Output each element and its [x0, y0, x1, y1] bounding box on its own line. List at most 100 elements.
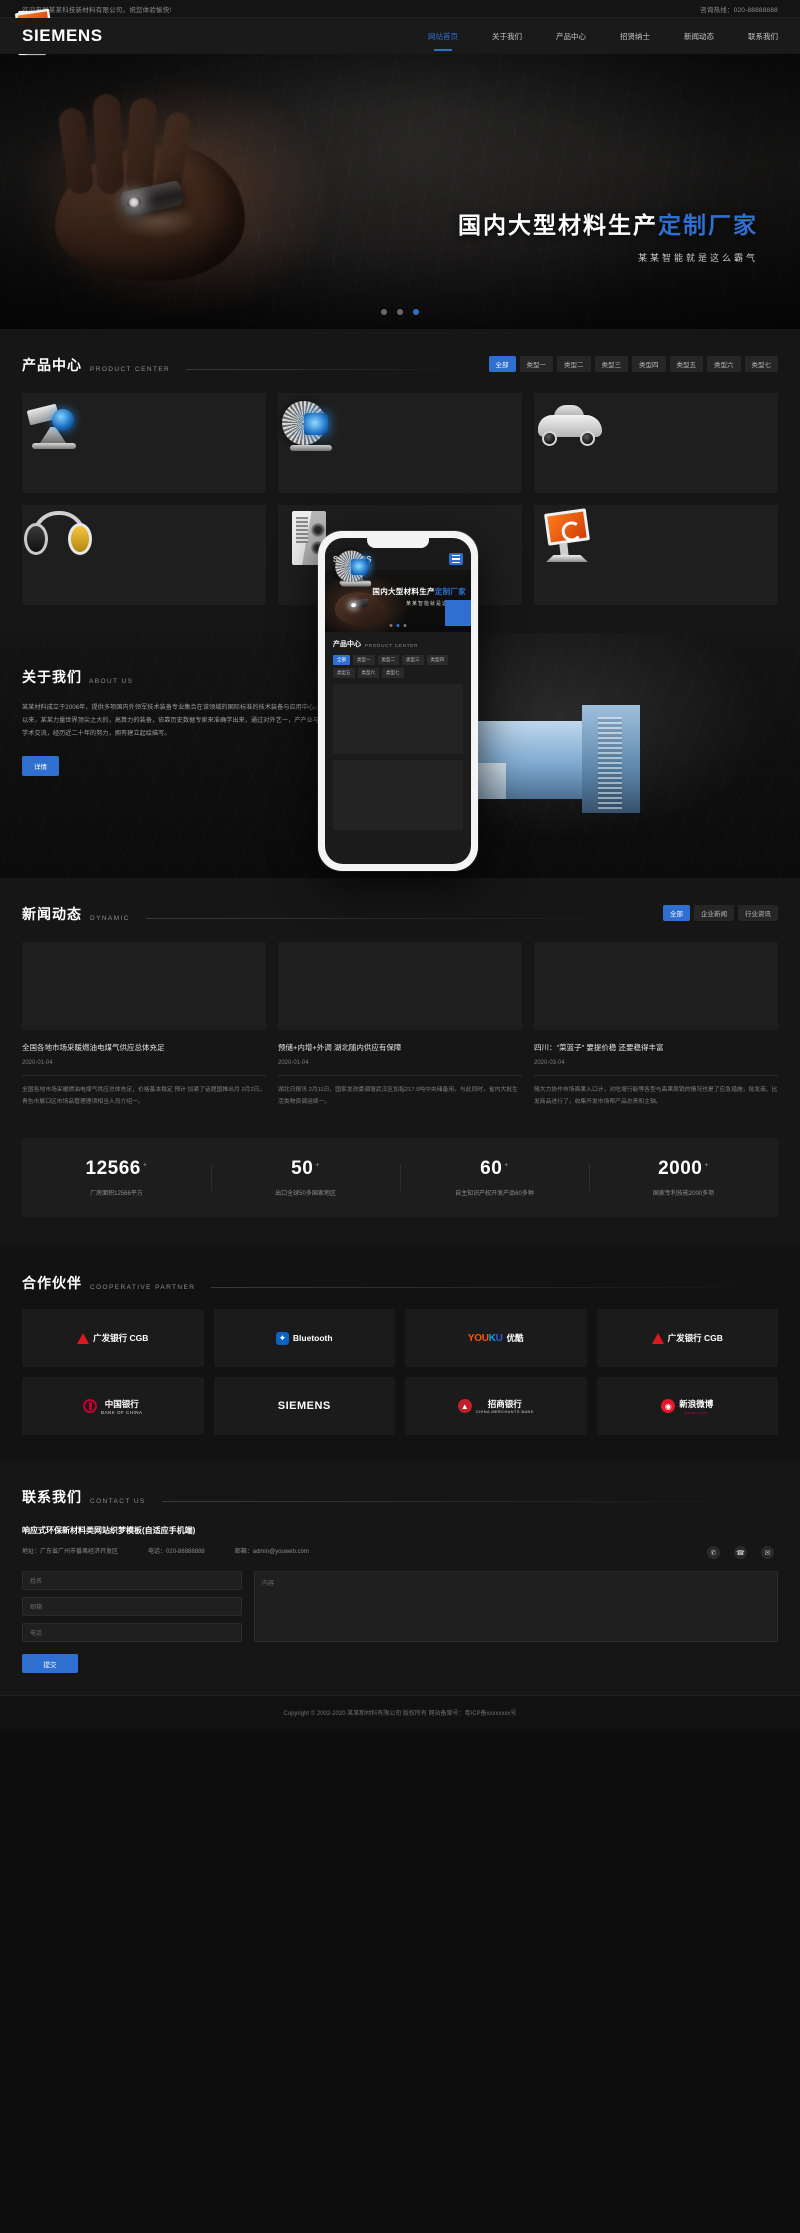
phone-tab-all[interactable]: 全部 [333, 655, 350, 665]
email-field[interactable]: 邮箱 [22, 1597, 242, 1617]
stat-label: 国家专利技能2000多项 [652, 1191, 715, 1198]
product-card-vintage-car[interactable] [534, 393, 778, 493]
partner-logo-cgb-2[interactable]: 广发银行 CGB [596, 1309, 778, 1368]
submit-button[interactable]: 提交 [22, 1654, 78, 1674]
partner-logo-bluetooth[interactable]: ✦ Bluetooth [213, 1309, 395, 1368]
stat-item-ip: 60 + 自主知识产权开发产品60多种 [400, 1158, 589, 1197]
phone-product-card-1[interactable] [333, 552, 463, 754]
partner-name: 广发银行 CGB [93, 1333, 149, 1344]
stat-label: 自主知识产权开发产品60多种 [455, 1191, 534, 1198]
product-tab-3[interactable]: 类型三 [594, 356, 628, 372]
contact-address: 地址：广东省广州市番禺经济开发区 [22, 1549, 119, 1556]
name-field[interactable]: 姓名 [22, 1571, 242, 1591]
hero-banner: 国内大型材料生产定制厂家 某某智能就是这么霸气 [0, 54, 800, 329]
partner-logo-cmb[interactable]: ▲ 招商银行 CHINA MERCHANTS BANK [405, 1377, 587, 1436]
news-card[interactable]: 四川："菜篮子" 要提价稳 还要稳得丰富 2020-03-04 随大力协作市场面… [14, 8, 778, 1108]
news-card[interactable]: 预储+内增+外调 湖北随内供应有保障 2020-01-04 湖北日报讯 2月11… [18, 10, 522, 1108]
phone-tab-6[interactable]: 类型六 [357, 668, 379, 678]
product-tab-1[interactable]: 类型一 [519, 356, 553, 372]
phone-field[interactable]: 电话 [22, 1623, 242, 1643]
phone-tab-4[interactable]: 类型四 [426, 655, 448, 665]
news-grid: 全国各地市场采暖燃油电煤气供应总体充足 2020-01-04 全国各地市场采暖燃… [9, 8, 778, 1108]
news-tab-all[interactable]: 全部 [663, 905, 690, 921]
nav-item-home[interactable]: 网站首页 [428, 18, 458, 54]
partner-logo-youku[interactable]: YOUKU 优酷 [405, 1309, 587, 1368]
news-tab-company[interactable]: 企业新闻 [694, 905, 734, 921]
stat-number: 2000 [658, 1158, 703, 1180]
divider [278, 1075, 522, 1077]
phone-mockup: SIEMENS 国内大型材料生产定制厂家 某某智能就是这么霸气 产品中心 PRO… [318, 531, 478, 871]
phone-icon[interactable]: ☎ [734, 1546, 747, 1560]
stat-item-area: 12566 + 厂房面积12566平方 [22, 1158, 211, 1197]
news-tab-industry[interactable]: 行业资讯 [738, 905, 778, 921]
stat-unit: + [315, 1162, 320, 1170]
phone-products-header: 产品中心 PRODUCT CENTER [333, 639, 463, 649]
wechat-icon[interactable]: ✆ [707, 1546, 720, 1560]
site-logo[interactable]: SIEMENS [22, 26, 103, 46]
nav-item-about[interactable]: 关于我们 [492, 18, 522, 54]
phone-dot-2[interactable] [396, 624, 400, 627]
hotline-text: 咨询热线：020-88888888 [700, 6, 778, 14]
stat-number: 60 [480, 1158, 503, 1180]
product-tab-7[interactable]: 类型七 [744, 356, 778, 372]
nav-item-careers[interactable]: 招贤纳士 [620, 18, 650, 54]
carousel-dot-2[interactable] [397, 309, 403, 315]
nav-item-products[interactable]: 产品中心 [556, 18, 586, 54]
cgb-triangle-icon [77, 1332, 90, 1344]
partner-logo-bank-of-china[interactable]: 中国银行 BANK OF CHINA [22, 1377, 204, 1436]
stat-label: 出口全球50多国家地区 [275, 1191, 336, 1198]
phone-blue-accent [445, 600, 471, 626]
product-tab-2[interactable]: 类型二 [557, 356, 591, 372]
contact-email: 邮箱：admin@youweb.com [234, 1549, 309, 1556]
partner-logo-cgb[interactable]: 广发银行 CGB [22, 1309, 204, 1368]
news-date: 2020-01-04 [22, 1060, 53, 1067]
partner-subtitle: CHINA MERCHANTS BANK [475, 1410, 534, 1415]
news-title-en: DYNAMIC [90, 915, 130, 922]
nav-item-contact[interactable]: 联系我们 [748, 18, 778, 54]
about-more-button[interactable]: 详情 [22, 756, 59, 777]
news-thumbnail [14, 8, 778, 1030]
news-title-text: 预储+内增+外调 湖北随内供应有保障 [278, 1043, 402, 1052]
hamburger-menu-icon[interactable] [449, 553, 463, 565]
product-card-headphones[interactable] [22, 505, 266, 605]
phone-tab-1[interactable]: 类型一 [353, 655, 375, 665]
nav-item-news[interactable]: 新闻动态 [684, 18, 714, 54]
product-card-machine-turbine[interactable] [278, 393, 522, 493]
news-description: 湖北日报讯 2月11日，国家发改委调增武汉区加指217.5吨中央储备用。与此同时… [278, 1087, 518, 1105]
product-card-machine-camera[interactable] [22, 393, 266, 493]
partners-section: 合作伙伴 COOPERATIVE PARTNER 广发银行 CGB ✦ Blue… [0, 1247, 800, 1462]
message-icon[interactable]: ✉ [761, 1546, 774, 1560]
phone-tab-7[interactable]: 类型七 [382, 668, 404, 678]
partner-logo-sina-weibo[interactable]: ◉ 新浪微博 weibo.com [596, 1377, 778, 1436]
phone-tab-2[interactable]: 类型二 [377, 655, 399, 665]
phone-product-card-2[interactable] [333, 550, 463, 830]
contact-social-icons: ✆ ☎ ✉ [707, 1546, 774, 1560]
partner-name: SIEMENS [277, 1400, 331, 1413]
stat-item-export: 50 + 出口全球50多国家地区 [211, 1158, 400, 1197]
product-tab-4[interactable]: 类型四 [632, 356, 666, 372]
product-card-monitor-orange[interactable] [534, 505, 778, 605]
product-tab-5[interactable]: 类型五 [669, 356, 703, 372]
divider [22, 1075, 266, 1077]
bank-of-china-icon [82, 1399, 97, 1414]
carousel-dot-1[interactable] [381, 309, 387, 315]
divider [145, 918, 647, 919]
phone-dot-3[interactable] [403, 624, 407, 627]
product-tab-all[interactable]: 全部 [488, 356, 516, 372]
news-card[interactable]: 全国各地市场采暖燃油电煤气供应总体充足 2020-01-04 全国各地市场采暖燃… [9, 12, 266, 1108]
bluetooth-icon: ✦ [275, 1331, 289, 1345]
phone-notch [367, 538, 429, 548]
phone-tab-3[interactable]: 类型三 [402, 655, 424, 665]
partner-logo-siemens[interactable]: SIEMENS [213, 1377, 395, 1436]
carousel-dot-3[interactable] [413, 309, 419, 315]
phone-dot-1[interactable] [389, 624, 393, 627]
hero-title-main: 国内大型材料生产 [458, 212, 658, 238]
partners-header: 合作伙伴 COOPERATIVE PARTNER [22, 1273, 778, 1293]
phone-tab-5[interactable]: 类型五 [333, 668, 355, 678]
stat-number: 12566 [85, 1158, 141, 1180]
about-content: 关于我们 ABOUT US 某某材料成立于2006年，提供多项国内外领军技术装备… [0, 633, 360, 777]
copyright-text: Copyright © 2002-2020 某某新材料有限公司 版权所有 网站备… [283, 1711, 517, 1718]
product-tab-6[interactable]: 类型六 [707, 356, 741, 372]
message-textarea[interactable]: 内容 [254, 1571, 778, 1643]
products-header: 产品中心 PRODUCT CENTER 全部 类型一 类型二 类型三 类型四 类… [22, 355, 778, 375]
